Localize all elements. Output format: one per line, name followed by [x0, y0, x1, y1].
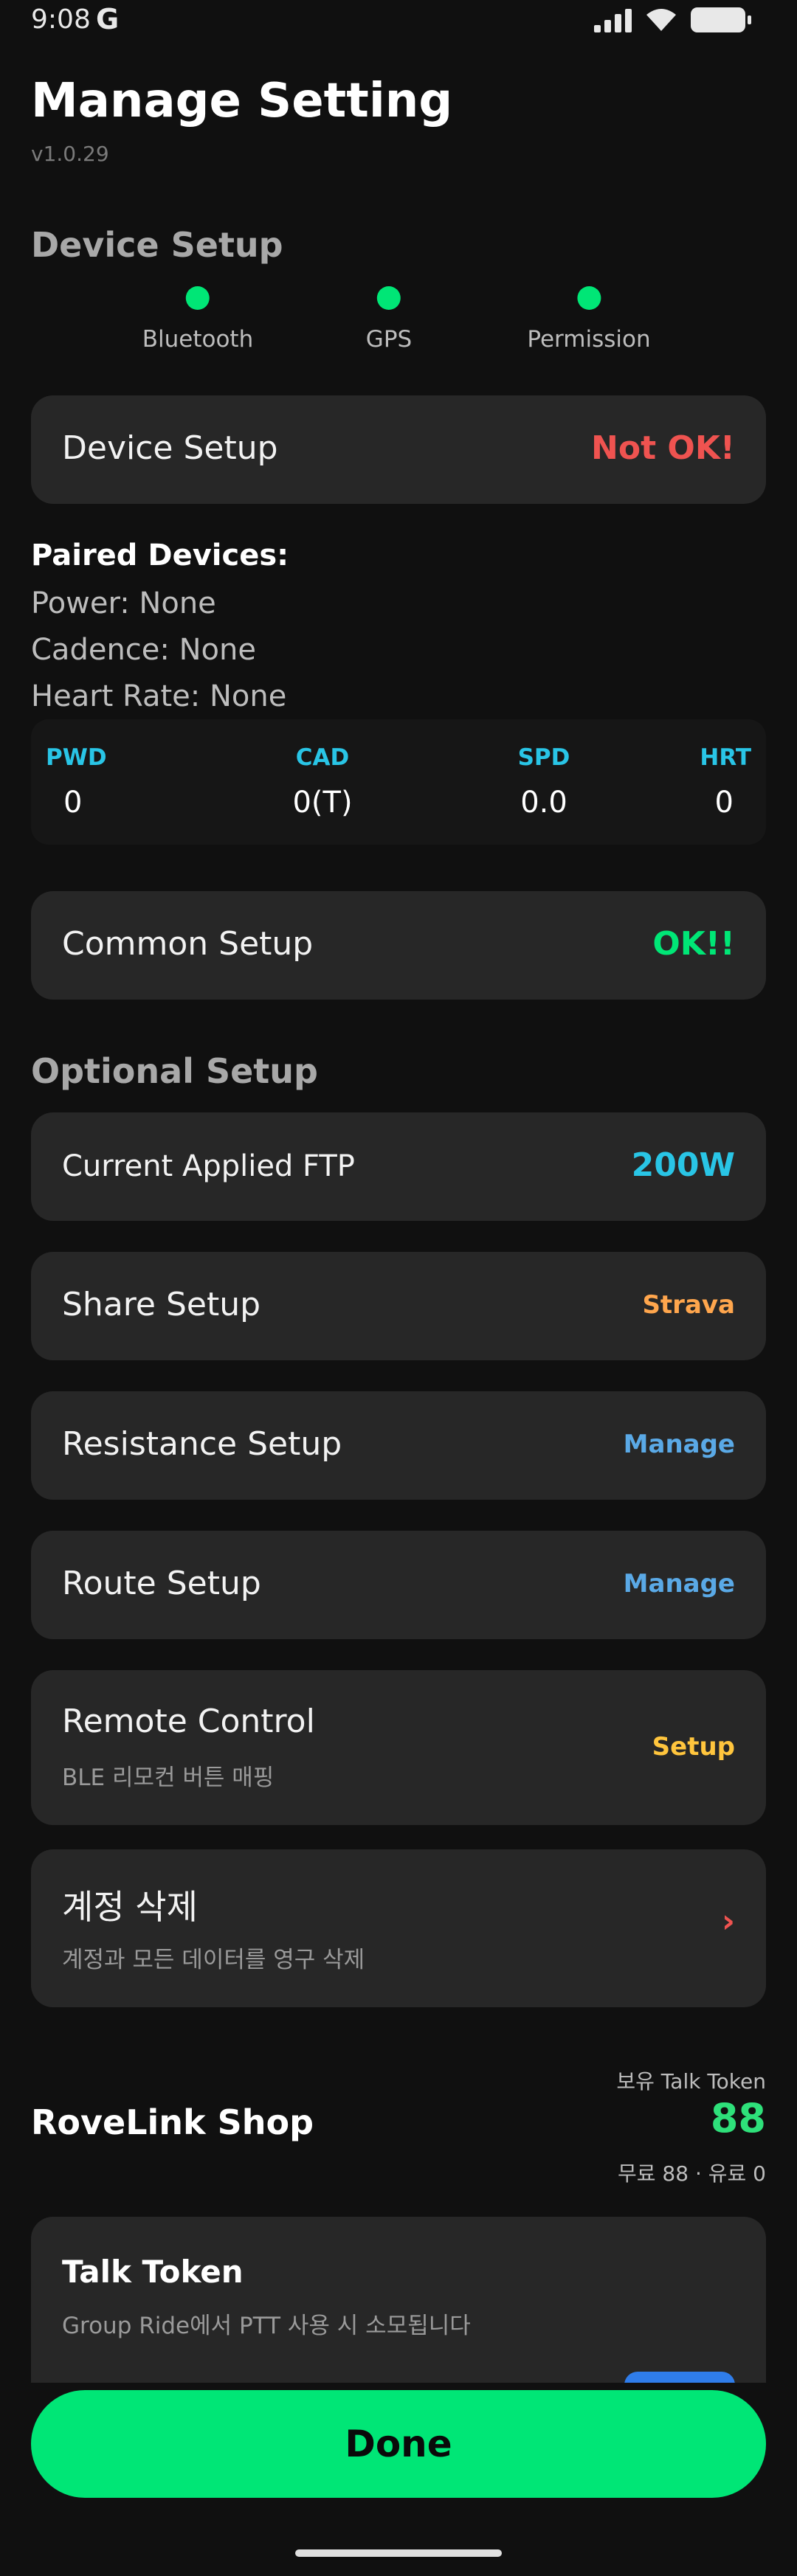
delete-account-card[interactable]: 계정 삭제 계정과 모든 데이터를 영구 삭제 › — [31, 1849, 766, 2007]
status-time: 9:08 — [31, 4, 91, 35]
metric-hrt-value: 0 — [714, 786, 734, 820]
metric-hrt: HRT 0 — [700, 744, 751, 820]
route-manage-link: Manage — [623, 1569, 735, 1599]
device-setup-heading: Device Setup — [31, 225, 283, 265]
paired-heart-rate: Heart Rate: None — [31, 679, 287, 713]
page-title: Manage Setting — [31, 74, 453, 128]
remote-setup-link: Setup — [652, 1732, 735, 1762]
device-setup-card[interactable]: Device Setup Not OK! — [31, 395, 766, 504]
permission-indicator: Permission — [527, 280, 651, 353]
talk-token-description: Group Ride에서 PTT 사용 시 소모됩니다 — [62, 2313, 471, 2339]
permission-label: Permission — [527, 326, 651, 353]
metric-hrt-label: HRT — [700, 744, 751, 771]
paired-devices-title: Paired Devices: — [31, 539, 289, 572]
metric-cad-label: CAD — [295, 744, 350, 771]
token-detail: 무료 88 · 유료 0 — [618, 2161, 766, 2186]
ftp-label: Current Applied FTP — [62, 1149, 355, 1183]
optional-setup-heading: Optional Setup — [31, 1051, 318, 1091]
route-setup-card[interactable]: Route Setup Manage — [31, 1531, 766, 1639]
metric-spd: SPD 0.0 — [485, 744, 603, 820]
metric-spd-label: SPD — [517, 744, 570, 771]
gps-status-dot — [377, 286, 401, 310]
status-icons — [594, 7, 751, 32]
share-setup-value: Strava — [642, 1290, 735, 1320]
metric-cad-value: 0(T) — [292, 786, 353, 820]
ftp-value: 200W — [631, 1146, 735, 1184]
shop-title: RoveLink Shop — [31, 2102, 314, 2142]
gps-indicator: GPS — [366, 280, 412, 353]
token-caption: 보유 Talk Token — [616, 2069, 766, 2094]
common-setup-card[interactable]: Common Setup OK!! — [31, 891, 766, 1000]
gps-label: GPS — [365, 326, 413, 353]
remote-control-subtitle: BLE 리모컨 버튼 매핑 — [62, 1765, 275, 1791]
permission-status-dot — [576, 286, 601, 310]
device-status-indicators: Bluetooth GPS Permission — [0, 280, 797, 361]
metric-cad: CAD 0(T) — [263, 744, 382, 820]
talk-token-title: Talk Token — [62, 2254, 244, 2290]
remote-control-card[interactable]: Remote Control BLE 리모컨 버튼 매핑 Setup — [31, 1670, 766, 1825]
common-setup-status: OK!! — [652, 925, 735, 963]
device-setup-label: Device Setup — [62, 429, 278, 467]
done-button[interactable]: Done — [31, 2390, 766, 2498]
bluetooth-indicator: Bluetooth — [142, 280, 254, 353]
remote-control-label: Remote Control — [62, 1703, 315, 1740]
ftp-card[interactable]: Current Applied FTP 200W — [31, 1112, 766, 1221]
resistance-setup-card[interactable]: Resistance Setup Manage — [31, 1391, 766, 1500]
common-setup-label: Common Setup — [62, 925, 314, 963]
device-setup-status: Not OK! — [591, 429, 735, 467]
sensor-metrics-panel: PWD 0 CAD 0(T) SPD 0.0 HRT 0 — [31, 719, 766, 845]
bluetooth-status-dot — [186, 286, 210, 310]
metric-spd-value: 0.0 — [520, 786, 567, 820]
delete-account-label: 계정 삭제 — [62, 1887, 198, 1927]
resistance-setup-label: Resistance Setup — [62, 1425, 342, 1463]
home-indicator — [295, 2549, 502, 2557]
bluetooth-label: Bluetooth — [142, 326, 254, 353]
metric-pwd: PWD 0 — [46, 744, 107, 820]
resistance-manage-link: Manage — [623, 1430, 735, 1459]
google-icon: G — [96, 3, 120, 35]
status-bar: 9:08 G — [0, 0, 797, 47]
paired-power: Power: None — [31, 586, 216, 620]
route-setup-label: Route Setup — [62, 1565, 261, 1602]
share-setup-label: Share Setup — [62, 1286, 261, 1323]
app-version: v1.0.29 — [31, 142, 109, 166]
chevron-right-icon: › — [721, 1902, 735, 1940]
metric-pwd-label: PWD — [46, 744, 107, 771]
delete-account-subtitle: 계정과 모든 데이터를 영구 삭제 — [62, 1947, 365, 1973]
token-count: 88 — [710, 2095, 766, 2142]
share-setup-card[interactable]: Share Setup Strava — [31, 1252, 766, 1360]
signal-icon — [594, 7, 632, 32]
metric-pwd-value: 0 — [63, 786, 83, 820]
paired-cadence: Cadence: None — [31, 633, 256, 667]
battery-icon — [691, 7, 751, 32]
wifi-icon — [646, 9, 676, 31]
